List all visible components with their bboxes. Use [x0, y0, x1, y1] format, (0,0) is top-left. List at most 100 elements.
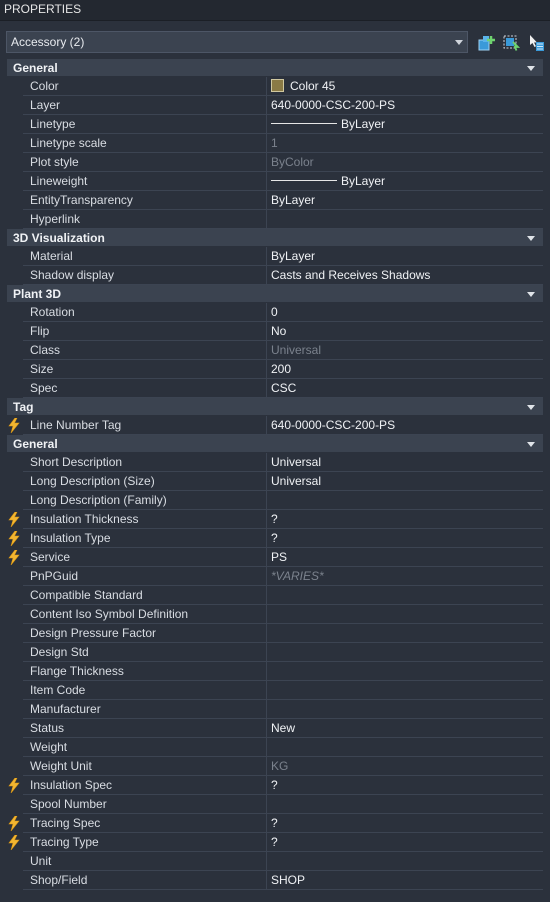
property-value[interactable]: Universal: [267, 341, 543, 360]
property-value[interactable]: [267, 624, 543, 643]
property-value[interactable]: [267, 681, 543, 700]
property-row-content-iso-symbol-definition[interactable]: Content Iso Symbol Definition: [0, 605, 550, 624]
property-row-linetype[interactable]: Linetype ByLayer: [0, 115, 550, 134]
property-value[interactable]: 0: [267, 303, 543, 322]
property-row-insulation-type[interactable]: Insulation Type?: [0, 529, 550, 548]
property-value[interactable]: ?: [267, 776, 543, 795]
property-row-rotation[interactable]: Rotation 0: [0, 303, 550, 322]
quick-select-icon[interactable]: [502, 34, 520, 52]
section-header-tag[interactable]: Tag: [7, 398, 543, 416]
property-value[interactable]: Casts and Receives Shadows: [267, 266, 543, 285]
row-gutter: [7, 210, 23, 229]
property-value[interactable]: [267, 852, 543, 871]
collapse-arrow-icon[interactable]: [527, 236, 535, 241]
property-value[interactable]: ByLayer: [267, 115, 543, 134]
property-row-weight-unit[interactable]: Weight Unit KG: [0, 757, 550, 776]
property-row-insulation-spec[interactable]: Insulation Spec?: [0, 776, 550, 795]
property-row-compatible-standard[interactable]: Compatible Standard: [0, 586, 550, 605]
property-row-layer[interactable]: Layer 640-0000-CSC-200-PS: [0, 96, 550, 115]
property-row-short-description[interactable]: Short Description Universal: [0, 453, 550, 472]
property-value[interactable]: SHOP: [267, 871, 543, 890]
property-value[interactable]: [267, 662, 543, 681]
property-row-hyperlink[interactable]: Hyperlink: [0, 210, 550, 229]
property-row-shadow-display[interactable]: Shadow display Casts and Receives Shadows: [0, 266, 550, 285]
property-value[interactable]: [267, 210, 543, 229]
property-value[interactable]: No: [267, 322, 543, 341]
property-row-lineweight[interactable]: Lineweight ByLayer: [0, 172, 550, 191]
section-title: Plant 3D: [13, 287, 62, 301]
property-value[interactable]: ?: [267, 529, 543, 548]
property-row-flip[interactable]: Flip No: [0, 322, 550, 341]
property-name: Unit: [23, 852, 267, 871]
property-row-manufacturer[interactable]: Manufacturer: [0, 700, 550, 719]
add-to-selection-icon[interactable]: [478, 34, 496, 52]
property-value[interactable]: [267, 586, 543, 605]
property-row-entitytransparency[interactable]: EntityTransparency ByLayer: [0, 191, 550, 210]
property-value[interactable]: 1: [267, 134, 543, 153]
property-value[interactable]: 640-0000-CSC-200-PS: [267, 96, 543, 115]
property-row-tracing-spec[interactable]: Tracing Spec?: [0, 814, 550, 833]
property-value[interactable]: [267, 491, 543, 510]
property-value[interactable]: Color 45: [267, 77, 543, 96]
collapse-arrow-icon[interactable]: [527, 292, 535, 297]
property-row-shop-field[interactable]: Shop/Field SHOP: [0, 871, 550, 890]
collapse-arrow-icon[interactable]: [527, 66, 535, 71]
section-header-plant-3d[interactable]: Plant 3D: [7, 285, 543, 303]
property-value[interactable]: ByLayer: [267, 247, 543, 266]
property-row-linetype-scale[interactable]: Linetype scale 1: [0, 134, 550, 153]
property-row-design-pressure-factor[interactable]: Design Pressure Factor: [0, 624, 550, 643]
section-header-general[interactable]: General: [7, 59, 543, 77]
select-objects-icon[interactable]: [527, 34, 545, 52]
property-value[interactable]: KG: [267, 757, 543, 776]
property-row-unit[interactable]: Unit: [0, 852, 550, 871]
property-row-color[interactable]: Color Color 45: [0, 77, 550, 96]
property-row-pnpguid[interactable]: PnPGuid *VARIES*: [0, 567, 550, 586]
property-value[interactable]: Universal: [267, 453, 543, 472]
property-row-plot-style[interactable]: Plot style ByColor: [0, 153, 550, 172]
property-row-tracing-type[interactable]: Tracing Type?: [0, 833, 550, 852]
property-row-weight[interactable]: Weight: [0, 738, 550, 757]
property-row-line-number-tag[interactable]: Line Number Tag 640-0000-CSC-200-PS: [0, 416, 550, 435]
property-value[interactable]: 200: [267, 360, 543, 379]
property-row-item-code[interactable]: Item Code: [0, 681, 550, 700]
property-value-text: ?: [271, 835, 278, 849]
property-value[interactable]: ?: [267, 814, 543, 833]
property-value[interactable]: PS: [267, 548, 543, 567]
property-value[interactable]: 640-0000-CSC-200-PS: [267, 416, 543, 435]
property-row-status[interactable]: Status New: [0, 719, 550, 738]
property-value-text: Color 45: [290, 79, 336, 93]
property-value[interactable]: [267, 605, 543, 624]
property-row-size[interactable]: Size 200: [0, 360, 550, 379]
property-row-spec[interactable]: Spec CSC: [0, 379, 550, 398]
chevron-down-icon[interactable]: [455, 40, 463, 45]
property-row-long-description-size[interactable]: Long Description (Size) Universal: [0, 472, 550, 491]
property-value[interactable]: ?: [267, 510, 543, 529]
property-row-service[interactable]: Service PS: [0, 548, 550, 567]
property-row-design-std[interactable]: Design Std: [0, 643, 550, 662]
property-value[interactable]: [267, 643, 543, 662]
property-row-class[interactable]: Class Universal: [0, 341, 550, 360]
property-value[interactable]: ?: [267, 833, 543, 852]
property-value[interactable]: ByLayer: [267, 172, 543, 191]
property-value[interactable]: [267, 700, 543, 719]
property-value[interactable]: ByColor: [267, 153, 543, 172]
section-header-general[interactable]: General: [7, 435, 543, 453]
property-value[interactable]: Universal: [267, 472, 543, 491]
property-row-insulation-thickness[interactable]: Insulation Thickness?: [0, 510, 550, 529]
property-value[interactable]: [267, 738, 543, 757]
property-row-material[interactable]: Material ByLayer: [0, 247, 550, 266]
collapse-arrow-icon[interactable]: [527, 405, 535, 410]
property-value[interactable]: New: [267, 719, 543, 738]
object-type-dropdown[interactable]: Accessory (2): [6, 31, 468, 53]
property-row-long-description-family[interactable]: Long Description (Family): [0, 491, 550, 510]
property-value[interactable]: CSC: [267, 379, 543, 398]
property-value[interactable]: ByLayer: [267, 191, 543, 210]
property-value[interactable]: *VARIES*: [267, 567, 543, 586]
section-header-3d-visualization[interactable]: 3D Visualization: [7, 229, 543, 247]
row-gutter: [7, 567, 23, 586]
property-row-flange-thickness[interactable]: Flange Thickness: [0, 662, 550, 681]
collapse-arrow-icon[interactable]: [527, 442, 535, 447]
row-gutter: [7, 266, 23, 285]
property-row-spool-number[interactable]: Spool Number: [0, 795, 550, 814]
property-value[interactable]: [267, 795, 543, 814]
